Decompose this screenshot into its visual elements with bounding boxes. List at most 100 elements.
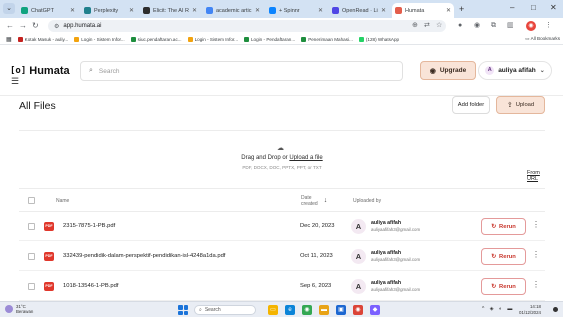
row-checkbox[interactable] <box>28 253 35 260</box>
file-row[interactable]: PDF 332439-pendidik-dalam-perspektif-pend… <box>19 243 545 271</box>
user-name: auliya afifah <box>498 67 536 74</box>
upgrade-icon: ◉ <box>429 67 436 75</box>
row-checkbox[interactable] <box>28 283 35 290</box>
browser-menu-icon[interactable]: ⋮ <box>545 21 552 31</box>
all-bookmarks-button[interactable]: ▭ All Bookmarks <box>522 36 560 42</box>
new-tab-button[interactable]: + <box>459 3 464 15</box>
bookmark-item[interactable]: Penerimaan Mahasi... <box>301 36 353 42</box>
bookmark-item[interactable]: Login - Pendaftaran... <box>244 36 295 42</box>
tab-close-icon[interactable]: ✕ <box>318 7 323 14</box>
clock[interactable]: 14:18 01/12/2024 <box>519 304 541 315</box>
sidebar-menu-icon[interactable]: ☰ <box>11 76 19 87</box>
upload-cloud-icon: ☁ <box>277 145 284 152</box>
rerun-button[interactable]: ↻ Rerun <box>481 248 526 265</box>
page-title: All Files <box>19 100 56 112</box>
uploader-email: auliyaafifah3@gmail.com <box>371 287 421 292</box>
tab-close-icon[interactable]: ✕ <box>255 7 260 14</box>
bookmark-item[interactable]: Kotak Masuk - auliy... <box>17 36 68 42</box>
extension-dark-icon[interactable]: ● <box>458 21 462 31</box>
taskbar-app-chrome-icon[interactable]: ◉ <box>302 305 312 315</box>
browser-tab[interactable]: Humata ✕ <box>392 3 454 18</box>
tab-close-icon[interactable]: ✕ <box>381 7 386 14</box>
bookmark-label: Penerimaan Mahasi... <box>308 36 353 42</box>
file-name[interactable]: 2315-7875-1-PB.pdf <box>63 223 115 229</box>
search-input[interactable]: ⌕ Search <box>80 61 403 81</box>
upload-button[interactable]: ⇪ Upload <box>496 96 545 114</box>
browser-tab[interactable]: Perplexity ✕ <box>81 3 137 18</box>
rerun-button[interactable]: ↻ Rerun <box>481 218 526 235</box>
taskbar-search[interactable]: ⌕ Search <box>194 305 256 315</box>
tab-favicon-icon <box>143 7 150 14</box>
select-all-checkbox[interactable] <box>28 197 35 204</box>
column-date-created[interactable]: Date created ↓ <box>301 189 327 213</box>
more-options-icon[interactable]: ⋮ <box>532 280 540 290</box>
browser-tab[interactable]: + Spinnr ✕ <box>266 3 326 18</box>
system-tray[interactable]: ^ ◈ ◐ ▬ <box>482 306 514 312</box>
tab-close-icon[interactable]: ✕ <box>129 7 134 14</box>
extension-icon[interactable]: ⊕ <box>412 21 418 31</box>
tab-label: Elicit: The AI Re... <box>153 7 189 14</box>
tab-label: Humata <box>405 7 425 14</box>
rerun-icon: ↻ <box>491 283 497 290</box>
forward-icon[interactable]: → <box>19 21 27 31</box>
file-row[interactable]: PDF 2315-7875-1-PB.pdf Dec 20, 2023 Aauliya… <box>19 213 545 241</box>
start-button-icon[interactable] <box>178 305 188 315</box>
from-url-link[interactable]: From URL <box>527 170 545 182</box>
browser-tab[interactable]: academic artic...✕ <box>203 3 263 18</box>
bookmark-item[interactable]: siuc.pendaftaran.ac... <box>130 36 182 42</box>
taskbar-app-store-icon[interactable]: ▣ <box>336 305 346 315</box>
browser-tab[interactable]: ChatGPT ✕ <box>18 3 78 18</box>
extensions-puzzle-icon[interactable]: ⧉ <box>491 21 496 31</box>
apps-icon[interactable]: ▦ <box>6 36 12 43</box>
notification-icon[interactable] <box>553 307 558 312</box>
bookmark-star-icon[interactable]: ☆ <box>436 21 442 31</box>
bookmark-label: (128) WhatsApp <box>365 36 400 42</box>
profile-avatar[interactable]: ◉ <box>526 21 536 31</box>
sort-down-icon[interactable]: ↓ <box>324 197 328 204</box>
file-row[interactable]: PDF 1018-13546-1-PB.pdf Sep 6, 2023 Aauliya… <box>19 273 545 301</box>
taskbar-app-photos-icon[interactable]: ◆ <box>370 305 380 315</box>
site-info-icon[interactable]: ⚙ <box>54 23 59 30</box>
file-name[interactable]: 1018-13546-1-PB.pdf <box>63 283 118 289</box>
bookmark-item[interactable]: (128) WhatsApp <box>358 36 400 42</box>
user-menu[interactable]: A auliya afifah ⌄ <box>478 61 552 80</box>
taskbar-app-folder-icon[interactable]: ▬ <box>319 305 329 315</box>
file-date: Oct 11, 2023 <box>300 253 333 259</box>
tab-close-icon[interactable]: ✕ <box>446 7 451 14</box>
rerun-button[interactable]: ↻ Rerun <box>481 278 526 295</box>
column-name[interactable]: Name <box>56 189 69 213</box>
bookmark-item[interactable]: Login - Sistem Infor... <box>74 36 125 42</box>
upgrade-button[interactable]: ◉ Upgrade <box>420 61 476 80</box>
taskbar-app-chrome-2-icon[interactable]: ◉ <box>353 305 363 315</box>
file-name[interactable]: 332439-pendidik-dalam-perspektif-pendidi… <box>63 253 225 259</box>
add-folder-button[interactable]: Add folder <box>452 96 490 114</box>
browser-toolbar: ← → ↻ ⚙ app.humata.ai ⊕ ⇄ ☆ ● ◉ ⧉ ▥ ◉ ⋮ <box>0 18 563 34</box>
upload-dropzone[interactable]: ☁ Drag and Drop or Upload a file PDF, DO… <box>19 130 545 182</box>
rerun-label: Rerun <box>499 253 516 260</box>
row-checkbox[interactable] <box>28 223 35 230</box>
tab-close-icon[interactable]: ✕ <box>70 7 75 14</box>
bookmarks-bar: ▦ Kotak Masuk - auliy... Login - Sistem I… <box>0 34 563 45</box>
tab-search-button[interactable]: ⌄ <box>3 3 15 14</box>
tab-close-icon[interactable]: ✕ <box>192 7 197 14</box>
extension-blue-icon[interactable]: ◉ <box>474 21 480 31</box>
reload-icon[interactable]: ↻ <box>32 21 39 31</box>
close-window-button[interactable]: ✕ <box>550 2 557 14</box>
more-options-icon[interactable]: ⋮ <box>532 250 540 260</box>
upload-file-link[interactable]: Upload a file <box>289 155 322 161</box>
browser-tab[interactable]: Elicit: The AI Re...✕ <box>140 3 200 18</box>
maximize-button[interactable]: □ <box>531 2 536 14</box>
back-icon[interactable]: ← <box>6 21 14 31</box>
weather-widget[interactable]: 31°C Berawan <box>5 304 33 314</box>
browser-tab[interactable]: OpenRead · Lin...✕ <box>329 3 389 18</box>
tab-favicon-icon <box>269 7 276 14</box>
bookmark-label: Login - Sistem Infor... <box>81 36 125 42</box>
translate-icon[interactable]: ⇄ <box>424 21 430 31</box>
side-panel-icon[interactable]: ▥ <box>507 21 514 31</box>
taskbar-app-edge-icon[interactable]: e <box>285 305 295 315</box>
more-options-icon[interactable]: ⋮ <box>532 220 540 230</box>
taskbar-app-file-explorer-icon[interactable]: ▭ <box>268 305 278 315</box>
minimize-button[interactable]: – <box>510 2 514 14</box>
bookmark-item[interactable]: Login - Sistem Infor... <box>187 36 238 42</box>
address-bar[interactable]: ⚙ app.humata.ai <box>48 20 446 32</box>
